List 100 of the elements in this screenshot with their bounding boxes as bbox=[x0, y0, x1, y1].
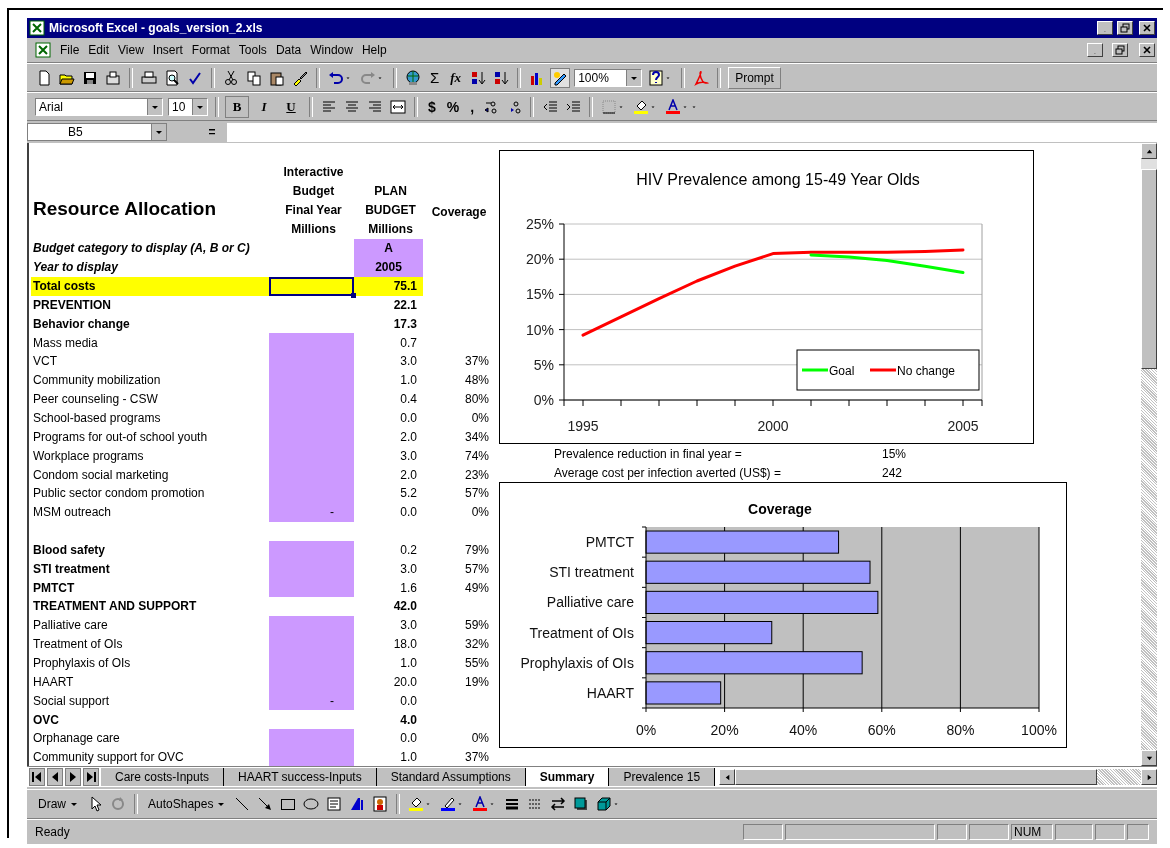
permission-icon[interactable] bbox=[104, 68, 122, 87]
sheet-tab[interactable]: Prevalence 15 bbox=[609, 768, 716, 786]
scroll-thumb[interactable] bbox=[735, 769, 1098, 785]
print-icon[interactable] bbox=[140, 68, 158, 87]
last-sheet-button[interactable] bbox=[83, 768, 99, 786]
merge-center-icon[interactable] bbox=[389, 97, 407, 116]
legend-label: Goal bbox=[829, 364, 855, 378]
caret-icon bbox=[70, 800, 78, 808]
oval-icon[interactable] bbox=[302, 795, 321, 813]
table-cell-text: 20.0 bbox=[392, 673, 418, 691]
draw-menu-button[interactable]: Draw bbox=[35, 794, 81, 814]
function-button[interactable]: fx bbox=[447, 67, 465, 88]
font-dropdown[interactable]: Arial bbox=[35, 97, 163, 116]
menu-item[interactable]: Window bbox=[310, 43, 353, 57]
minimize-button[interactable] bbox=[1087, 43, 1103, 57]
vertical-scrollbar[interactable] bbox=[1141, 143, 1157, 766]
equals-sign[interactable]: = bbox=[197, 125, 227, 139]
row-label: VCT bbox=[32, 353, 58, 371]
row-label: Peer counseling - CSW bbox=[32, 391, 159, 409]
comma-button[interactable]: , bbox=[467, 96, 478, 117]
clip-art-icon[interactable] bbox=[371, 795, 390, 813]
text-style-button[interactable]: I bbox=[253, 96, 275, 117]
text-style-button[interactable]: B bbox=[226, 96, 248, 117]
row-label: PMTCT bbox=[32, 579, 76, 597]
pdf-icon[interactable] bbox=[692, 68, 711, 87]
globe-icon[interactable] bbox=[404, 68, 422, 87]
copy-icon[interactable] bbox=[245, 68, 263, 87]
status-indicator: NUM bbox=[1011, 824, 1053, 840]
minimize-button[interactable] bbox=[1097, 21, 1113, 35]
input-cell[interactable]: - bbox=[269, 691, 354, 711]
input-cell[interactable] bbox=[269, 728, 354, 748]
previous-sheet-button[interactable] bbox=[47, 768, 63, 786]
menu-item[interactable]: Edit bbox=[88, 43, 110, 57]
percent-button[interactable]: % bbox=[443, 96, 463, 117]
chart-title: Coverage bbox=[748, 501, 812, 517]
text-box-icon[interactable] bbox=[325, 795, 344, 813]
row-label: Community support for OVC bbox=[32, 749, 185, 766]
excel-icon[interactable] bbox=[35, 42, 51, 58]
table-cell-text: 4.0 bbox=[399, 711, 418, 729]
horizontal-scrollbar[interactable] bbox=[719, 769, 1157, 785]
formula-field[interactable] bbox=[227, 122, 1157, 142]
cut-icon[interactable] bbox=[222, 68, 240, 87]
font-size-dropdown[interactable]: 10 bbox=[168, 97, 208, 116]
row-label: Workplace programs bbox=[32, 447, 145, 465]
zoom-dropdown[interactable]: 100% bbox=[574, 68, 643, 87]
menu-item[interactable]: View bbox=[118, 43, 144, 57]
menu-item[interactable]: Help bbox=[361, 43, 387, 57]
table-cell-text: 74% bbox=[463, 447, 490, 465]
menu-item[interactable]: Insert bbox=[152, 43, 183, 57]
menu-item[interactable]: Data bbox=[275, 43, 302, 57]
menu-item[interactable]: Tools bbox=[238, 43, 267, 57]
first-sheet-button[interactable] bbox=[29, 768, 45, 786]
font-color-icon[interactable] bbox=[664, 97, 683, 116]
name-box[interactable]: B5 bbox=[27, 123, 167, 141]
axis-label: 1995 bbox=[567, 418, 599, 434]
caret-icon bbox=[151, 124, 166, 140]
next-sheet-button[interactable] bbox=[65, 768, 81, 786]
currency-button[interactable]: $ bbox=[425, 96, 439, 117]
table-cell-text: 0.0 bbox=[399, 692, 418, 710]
table-cell-text: 55% bbox=[463, 655, 490, 672]
table-cell-text: 18.0 bbox=[392, 636, 418, 654]
column-header: Coverage bbox=[430, 204, 488, 221]
prompt-button[interactable]: Prompt bbox=[728, 66, 781, 89]
input-cell[interactable] bbox=[269, 540, 354, 560]
table-cell-text: 0.0 bbox=[399, 504, 418, 522]
menu-item[interactable]: File bbox=[60, 43, 80, 57]
axis-label: HAART bbox=[586, 684, 634, 701]
font-color-icon[interactable] bbox=[471, 795, 490, 813]
autoshapes-menu-button[interactable]: AutoShapes bbox=[145, 794, 229, 814]
3d-icon[interactable] bbox=[595, 795, 614, 813]
table-cell-text: 79% bbox=[463, 541, 490, 559]
print-preview-icon[interactable] bbox=[163, 68, 181, 87]
close-button[interactable] bbox=[1139, 21, 1155, 35]
input-cell[interactable] bbox=[269, 578, 354, 598]
input-cell[interactable] bbox=[269, 615, 354, 635]
drawing-icon[interactable] bbox=[551, 68, 570, 87]
sheet-tab[interactable]: Care costs-Inputs bbox=[101, 768, 225, 786]
axis-label: 0% bbox=[635, 722, 657, 738]
sheet-tab[interactable]: HAART success-Inputs bbox=[224, 768, 377, 786]
selected-cell[interactable] bbox=[269, 276, 354, 296]
close-button[interactable] bbox=[1139, 43, 1155, 57]
restore-button[interactable] bbox=[1112, 43, 1128, 57]
row-label: Total costs bbox=[32, 278, 97, 296]
line-color-icon[interactable] bbox=[439, 795, 458, 813]
table-cell-text: 34% bbox=[463, 428, 490, 446]
menu-item[interactable]: Format bbox=[191, 43, 230, 57]
input-cell[interactable] bbox=[269, 333, 354, 353]
sheet-tab[interactable]: Standard Assumptions bbox=[376, 768, 526, 786]
borders-icon[interactable] bbox=[600, 97, 619, 116]
row-label: TREATMENT AND SUPPORT bbox=[32, 598, 198, 616]
text-style-button[interactable]: U bbox=[280, 96, 302, 117]
autosum-button[interactable]: Σ bbox=[427, 67, 443, 88]
arrow-style-icon[interactable] bbox=[549, 795, 568, 813]
caret-icon bbox=[626, 69, 642, 86]
column-header: PLAN BUDGET Millions bbox=[364, 183, 417, 238]
restore-button[interactable] bbox=[1117, 21, 1133, 35]
status-pane bbox=[1095, 824, 1125, 840]
help-icon[interactable] bbox=[647, 68, 666, 87]
fill-color-icon[interactable] bbox=[407, 795, 426, 813]
scroll-thumb[interactable] bbox=[1141, 169, 1157, 369]
